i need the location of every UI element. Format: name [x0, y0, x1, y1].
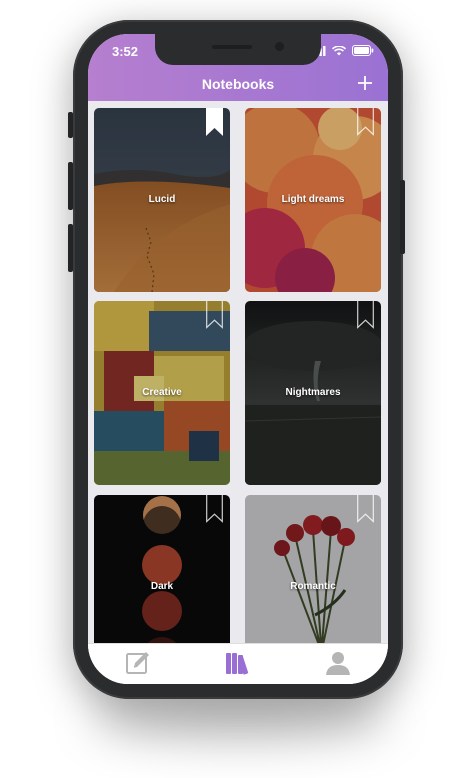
wifi-icon [332, 45, 346, 55]
phone-shadow [90, 700, 390, 740]
notebook-card-romantic[interactable]: Romantic [245, 495, 381, 643]
notebook-title: Creative [142, 387, 182, 398]
notebook-grid: Lucid Light dreams Creative Nightmares D… [88, 101, 388, 643]
front-camera [275, 42, 284, 51]
notebook-title: Light dreams [281, 194, 345, 205]
tab-bar [88, 643, 388, 684]
bookmark-outline-icon[interactable] [357, 301, 374, 329]
bookmark-outline-icon[interactable] [357, 495, 374, 523]
notch [155, 34, 321, 65]
bookmark-outline-icon[interactable] [206, 301, 223, 329]
power-button [400, 180, 405, 254]
add-notebook-button[interactable] [354, 72, 376, 94]
volume-down-button [68, 224, 73, 272]
mute-switch [68, 112, 73, 138]
profile-icon[interactable] [324, 650, 352, 676]
status-time: 3:52 [112, 44, 139, 59]
app-screen: 3:52 Notebooks Lucid Light dreams Creati… [88, 34, 388, 684]
notebook-title: Romantic [290, 581, 336, 592]
notebook-title: Nightmares [285, 387, 341, 398]
edit-icon[interactable] [124, 650, 152, 676]
speaker-grille [212, 45, 252, 49]
battery-icon [352, 45, 374, 56]
notebook-card-dark[interactable]: Dark [94, 495, 230, 643]
page-title: Notebooks [201, 76, 275, 92]
status-icons [312, 45, 374, 56]
books-icon[interactable] [224, 650, 252, 676]
bookmark-outline-icon[interactable] [357, 108, 374, 136]
notebook-card-creative[interactable]: Creative [94, 301, 230, 485]
notebook-card-lucid[interactable]: Lucid [94, 108, 230, 292]
volume-up-button [68, 162, 73, 210]
bookmark-filled-icon[interactable] [206, 108, 223, 136]
bookmark-outline-icon[interactable] [206, 495, 223, 523]
notebook-card-light-dreams[interactable]: Light dreams [245, 108, 381, 292]
notebook-card-nightmares[interactable]: Nightmares [245, 301, 381, 485]
notebook-title: Dark [150, 581, 174, 592]
notebook-title: Lucid [148, 194, 176, 205]
